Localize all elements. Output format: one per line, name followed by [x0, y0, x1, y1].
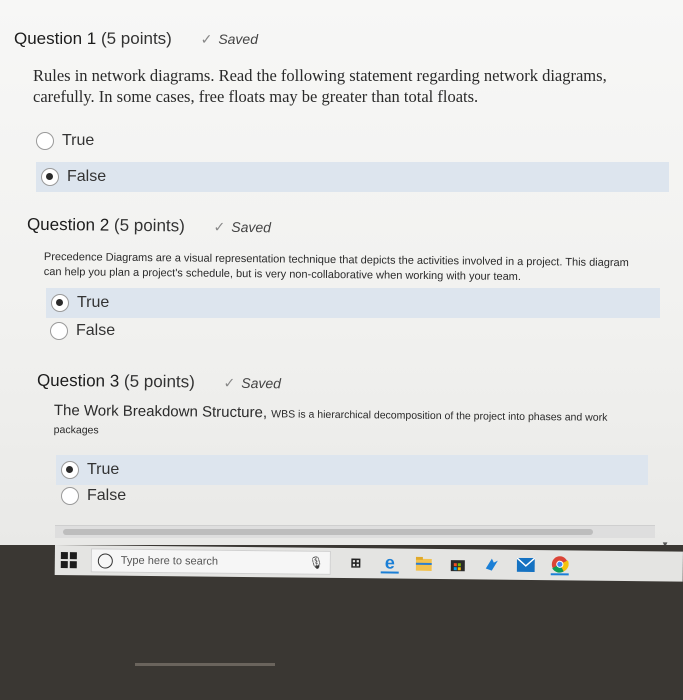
radio-button[interactable]: [36, 132, 54, 150]
check-icon: ✓: [223, 374, 236, 391]
question-3-number: Question 3: [36, 370, 120, 391]
check-icon: ✓: [213, 218, 226, 235]
question-1-header: Question 1 (5 points) ✓ Saved: [14, 29, 258, 49]
check-icon: ✓: [200, 31, 213, 47]
question-1-saved-status: ✓ Saved: [201, 31, 258, 47]
question-3-text: The Work Breakdown Structure, WBS is a h…: [54, 402, 644, 444]
question-3-text-lead: The Work Breakdown Structure,: [53, 402, 272, 422]
question-1-option-true[interactable]: True: [36, 126, 336, 156]
option-label: True: [87, 461, 120, 478]
question-2-option-true[interactable]: True: [46, 288, 660, 318]
saved-label: Saved: [218, 31, 259, 47]
option-label: False: [87, 487, 127, 504]
windows-taskbar: Type here to search 🎙 ⊞ e: [54, 545, 683, 582]
option-label: False: [67, 168, 107, 185]
saved-label: Saved: [231, 218, 272, 236]
radio-button-selected[interactable]: [41, 168, 59, 186]
question-1-points: (5 points): [100, 29, 172, 48]
radio-button-selected[interactable]: [51, 294, 69, 312]
option-label: False: [76, 322, 116, 339]
option-label: True: [77, 294, 110, 311]
saved-label: Saved: [241, 374, 282, 392]
question-2-header: Question 2 (5 points) ✓ Saved: [27, 215, 271, 238]
store-icon[interactable]: [449, 555, 467, 573]
radio-button[interactable]: [61, 487, 79, 505]
edge-browser-icon[interactable]: e: [380, 552, 399, 574]
radio-button-selected[interactable]: [61, 461, 79, 479]
question-1-option-false[interactable]: False: [36, 162, 669, 192]
question-2-saved-status: ✓ Saved: [213, 219, 271, 236]
task-view-icon[interactable]: ⊞: [347, 554, 365, 572]
search-placeholder: Type here to search: [120, 554, 219, 568]
scrollbar-thumb[interactable]: [63, 529, 593, 535]
app-icon[interactable]: [483, 555, 501, 573]
scroll-down-arrow-icon[interactable]: ▼: [661, 540, 669, 545]
taskbar-search-box[interactable]: Type here to search 🎙: [90, 548, 331, 575]
microphone-icon[interactable]: 🎙: [309, 556, 324, 570]
option-label: True: [62, 132, 95, 149]
search-circle-icon: [97, 552, 113, 569]
question-1-text: Rules in network diagrams. Read the foll…: [33, 66, 607, 106]
question-3-option-false[interactable]: False: [61, 481, 361, 511]
browser-viewport: Question 1 (5 points) ✓ Saved Rules in ne…: [0, 0, 683, 545]
question-2-option-false[interactable]: False: [50, 316, 350, 346]
question-1-number: Question 1: [14, 29, 97, 48]
question-3-header: Question 3 (5 points) ✓ Saved: [37, 371, 281, 394]
question-2-text: Precedence Diagrams are a visual represe…: [43, 250, 629, 283]
windows-start-icon[interactable]: [60, 552, 77, 569]
file-explorer-icon[interactable]: [415, 555, 433, 573]
horizontal-scrollbar[interactable]: [55, 525, 655, 538]
question-2-number: Question 2: [26, 214, 110, 235]
question-3-saved-status: ✓ Saved: [223, 375, 281, 392]
monitor-bezel-edge: [135, 663, 275, 666]
question-3-points: (5 points): [123, 371, 195, 392]
radio-button[interactable]: [50, 322, 68, 340]
chrome-icon[interactable]: [550, 555, 569, 576]
question-2-points: (5 points): [113, 215, 185, 236]
mail-icon[interactable]: [516, 556, 535, 574]
